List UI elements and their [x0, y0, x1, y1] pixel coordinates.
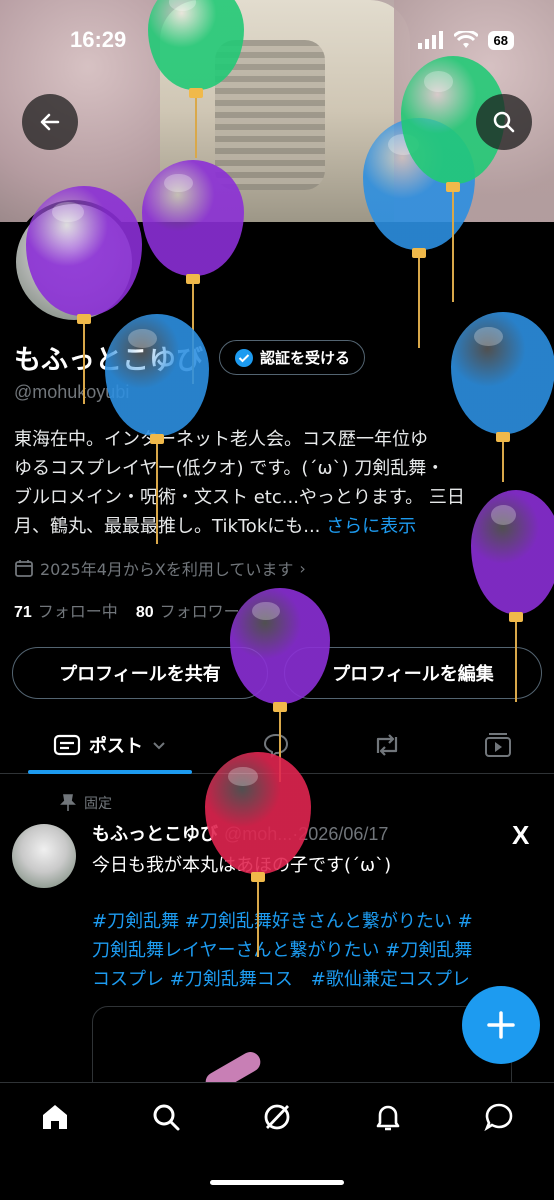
post-hashtags: #刀剣乱舞 #刀剣乱舞好きさんと繋がりたい # 刀剣乱舞レイヤーさんと繋がりたい… — [92, 907, 544, 994]
joined-date[interactable]: 2025年4月からXを利用しています › — [14, 556, 306, 580]
followers-link[interactable]: 80 フォロワー — [136, 598, 240, 622]
post-avatar[interactable] — [12, 824, 76, 888]
calendar-icon — [15, 560, 33, 577]
tab-posts[interactable]: ポスト — [0, 716, 220, 774]
plus-icon — [487, 1011, 515, 1039]
post-text: 今日も我が本丸はあほの子です(´ω`) — [92, 852, 542, 880]
status-bar: 16:29 68 — [0, 0, 554, 80]
signal-icon — [417, 31, 443, 49]
home-indicator — [210, 1180, 344, 1185]
status-time: 16:29 — [70, 27, 127, 52]
bell-icon — [376, 1105, 400, 1131]
tab-reposts[interactable] — [331, 716, 442, 773]
balloon-decoration — [105, 314, 209, 548]
x-logo-icon[interactable]: X — [512, 820, 529, 851]
post-author-name[interactable]: もふっとこゆび — [92, 820, 218, 846]
nav-messages[interactable] — [443, 1083, 554, 1200]
following-label: フォロー中 — [37, 602, 118, 621]
pinned-indicator: 固定 — [60, 793, 112, 813]
search-icon — [493, 111, 515, 133]
joined-text: 2025年4月からXを利用しています — [40, 560, 294, 579]
grok-icon — [264, 1104, 290, 1130]
nav-home[interactable] — [0, 1083, 111, 1200]
followers-label: フォロワー — [159, 602, 240, 621]
show-more-link[interactable]: さらに表示 — [326, 516, 416, 537]
nav-search[interactable] — [111, 1083, 222, 1200]
search-icon — [153, 1104, 180, 1131]
following-count: 71 — [14, 604, 32, 621]
back-button[interactable] — [22, 94, 78, 150]
home-icon — [43, 1105, 68, 1129]
balloon-decoration — [401, 56, 505, 306]
balloon-decoration — [451, 312, 554, 486]
tab-media[interactable] — [443, 716, 554, 773]
video-icon — [485, 732, 512, 757]
bio-line-last: 月、鶴丸、最最最推し。TikTokにも... さらに表示 — [14, 512, 544, 541]
tab-posts-label: ポスト — [89, 735, 143, 757]
chevron-right-icon: › — [299, 558, 306, 578]
balloon-decoration — [205, 752, 311, 961]
message-icon — [483, 1103, 512, 1132]
status-icons: 68 — [417, 30, 514, 50]
followers-count: 80 — [135, 604, 154, 621]
pin-icon — [60, 794, 76, 811]
posts-tab-icon — [53, 734, 81, 755]
get-verified-label: 認証を受ける — [260, 349, 351, 367]
following-link[interactable]: 71 フォロー中 — [14, 598, 118, 622]
arrow-left-icon — [40, 113, 60, 131]
wifi-icon — [453, 31, 478, 48]
bio-line: ブルロメイン・呪術・文スト etc...やっとります。 三日 — [14, 487, 465, 508]
hashtag-line[interactable]: #刀剣乱舞 #刀剣乱舞好きさんと繋がりたい # — [92, 907, 544, 936]
search-button[interactable] — [476, 94, 532, 150]
hashtag-line[interactable]: コスプレ #刀剣乱舞コス #歌仙兼定コスプレ — [92, 965, 544, 994]
repost-icon — [376, 733, 398, 756]
pinned-label: 固定 — [84, 796, 112, 812]
hashtag-line[interactable]: 刀剣乱舞レイヤーさんと繋がりたい #刀剣乱舞 — [92, 936, 544, 965]
battery-indicator: 68 — [487, 30, 514, 50]
compose-button[interactable] — [462, 986, 540, 1064]
nav-notifications[interactable] — [332, 1083, 443, 1200]
chevron-down-icon — [153, 741, 165, 749]
follow-stats: 71 フォロー中 80 フォロワー — [14, 598, 240, 622]
balloon-decoration — [471, 490, 554, 706]
